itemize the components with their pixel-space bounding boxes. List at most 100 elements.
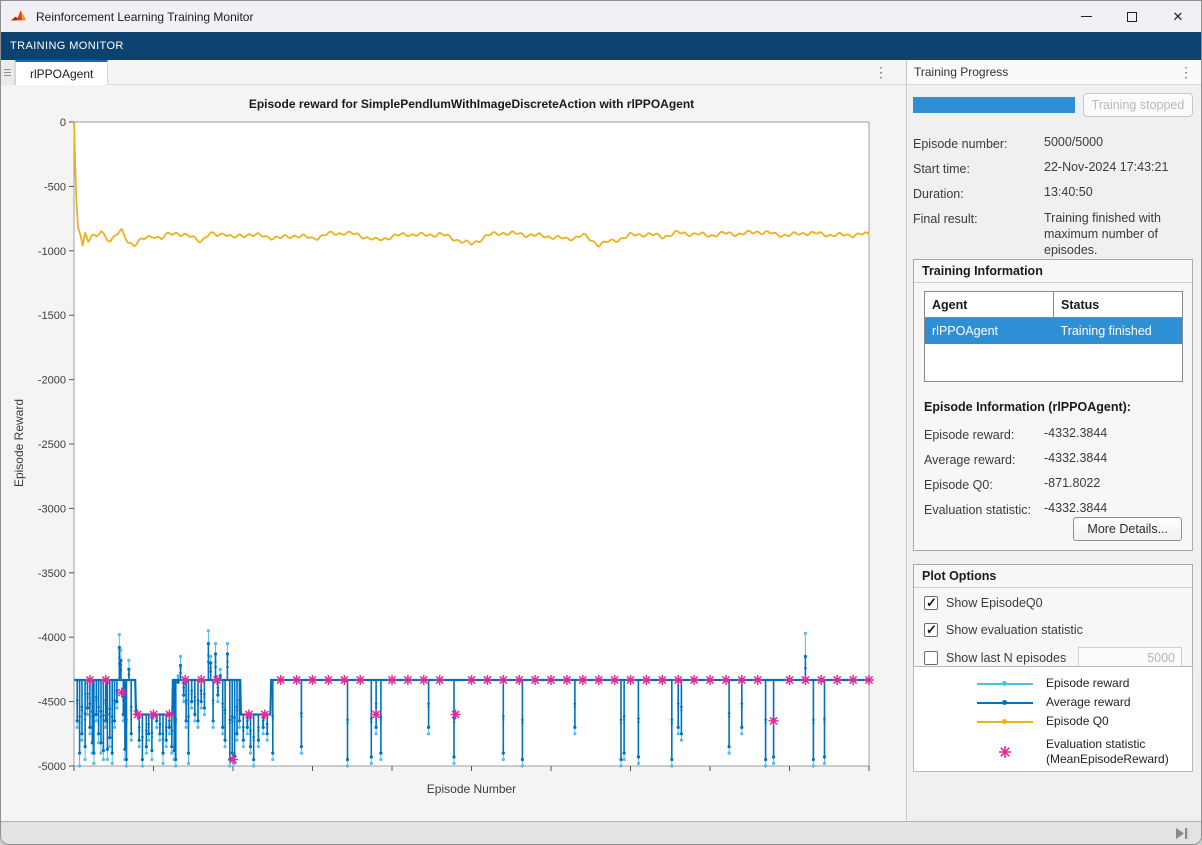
document-area: rlPPOAgent ⋮ Episode reward for SimplePe… — [1, 60, 907, 823]
svg-text:-1500: -1500 — [38, 310, 66, 322]
legend-item-label: Episode reward — [1046, 676, 1129, 691]
tab-rlppoagent[interactable]: rlPPOAgent — [15, 60, 108, 85]
maximize-icon — [1127, 12, 1137, 22]
status-cell: Training finished — [1054, 318, 1183, 344]
final-result-label: Final result: — [913, 212, 978, 226]
episode-number-value: 5000/5000 — [1044, 135, 1196, 149]
svg-text:-2500: -2500 — [38, 439, 66, 451]
svg-text:-3500: -3500 — [38, 568, 66, 580]
agent-column-header: Agent — [925, 292, 1054, 318]
episode-information-title: Episode Information (rlPPOAgent): — [924, 400, 1131, 414]
show-last-n-episodes-label: Show last N episodes — [946, 651, 1066, 665]
training-information-group: Training Information Agent Status rlPPOA… — [913, 259, 1193, 551]
show-last-n-episodes-checkbox[interactable] — [924, 651, 938, 665]
training-progress-bar — [913, 97, 1075, 113]
episode-reward-value: -4332.3844 — [1044, 426, 1107, 440]
duration-row: Duration: 13:40:50 — [913, 185, 1195, 203]
show-evaluation-statistic-option[interactable]: Show evaluation statistic — [924, 623, 1083, 637]
plot-options-group: Plot Options Show EpisodeQ0 Show evaluat… — [913, 564, 1193, 682]
start-time-value: 22-Nov-2024 17:43:21 — [1044, 160, 1196, 174]
reward-chart-svg: 0500100015002000250030003500400045005000… — [1, 85, 906, 775]
close-icon: ✕ — [1173, 10, 1184, 23]
legend-item-label: Evaluation statistic (MeanEpisodeReward) — [1046, 737, 1169, 767]
show-episodeq0-label: Show EpisodeQ0 — [946, 596, 1043, 610]
duration-value: 13:40:50 — [1044, 185, 1196, 199]
tab-label: rlPPOAgent — [30, 67, 93, 81]
show-episodeq0-checkbox[interactable] — [924, 596, 938, 610]
progress-fill — [913, 97, 1075, 113]
episode-reward-row: Episode reward: -4332.3844 — [924, 426, 1184, 444]
svg-text:-500: -500 — [44, 181, 66, 193]
svg-text:-4000: -4000 — [38, 632, 66, 644]
agent-cell: rlPPOAgent — [925, 318, 1054, 344]
maximize-button[interactable] — [1109, 1, 1155, 32]
expand-panel-icon[interactable] — [1174, 827, 1189, 845]
training-information-title: Training Information — [914, 260, 1192, 283]
status-column-header: Status — [1054, 292, 1183, 318]
average-reward-value: -4332.3844 — [1044, 451, 1107, 465]
legend-item: Episode reward — [914, 674, 1192, 693]
status-bar — [1, 821, 1201, 844]
svg-text:-1000: -1000 — [38, 246, 66, 258]
svg-text:-5000: -5000 — [38, 761, 66, 773]
minimize-icon — [1081, 16, 1092, 17]
svg-text:-2000: -2000 — [38, 375, 66, 387]
legend-line-icon — [976, 683, 1034, 685]
panel-options-kebab-icon[interactable]: ⋮ — [1179, 65, 1193, 79]
show-evaluation-statistic-label: Show evaluation statistic — [946, 623, 1083, 637]
start-time-label: Start time: — [913, 162, 970, 176]
agent-table-row[interactable]: rlPPOAgentTraining finished — [925, 318, 1183, 344]
legend-line-icon — [976, 702, 1034, 704]
duration-label: Duration: — [913, 187, 964, 201]
tab-grip-icon[interactable] — [1, 60, 15, 85]
final-result-row: Final result: Training finished with max… — [913, 210, 1195, 228]
panel-title: Training Progress — [908, 65, 1008, 79]
average-reward-row: Average reward: -4332.3844 — [924, 451, 1184, 469]
window-title: Reinforcement Learning Training Monitor — [36, 10, 253, 24]
show-last-n-episodes-option[interactable]: Show last N episodes — [924, 651, 1066, 665]
training-stopped-button[interactable]: Training stopped — [1083, 93, 1193, 117]
chart-x-axis-label: Episode Number — [74, 782, 869, 796]
legend-item-label: Average reward — [1046, 695, 1131, 710]
episode-q0-label: Episode Q0: — [924, 478, 993, 492]
episode-q0-value: -871.8022 — [1044, 476, 1100, 490]
legend-item-label: Episode Q0 — [1046, 714, 1109, 729]
document-tab-strip: rlPPOAgent ⋮ — [1, 60, 906, 85]
title-bar: Reinforcement Learning Training Monitor … — [1, 1, 1201, 32]
legend-asterisk-icon — [976, 744, 1034, 760]
show-episodeq0-option[interactable]: Show EpisodeQ0 — [924, 596, 1043, 610]
evaluation-statistic-value: -4332.3844 — [1044, 501, 1107, 515]
final-result-value: Training finished with maximum number of… — [1044, 210, 1196, 258]
chart-y-axis-label: Episode Reward — [12, 388, 26, 498]
app-window: Reinforcement Learning Training Monitor … — [0, 0, 1202, 845]
training-progress-panel: Training Progress ⋮ Training stopped Epi… — [908, 60, 1202, 823]
chart-title: Episode reward for SimplePendlumWithImag… — [74, 97, 869, 111]
show-evaluation-statistic-checkbox[interactable] — [924, 623, 938, 637]
close-button[interactable]: ✕ — [1155, 1, 1201, 32]
svg-text:0: 0 — [60, 117, 66, 129]
start-time-row: Start time: 22-Nov-2024 17:43:21 — [913, 160, 1195, 178]
episode-number-label: Episode number: — [913, 137, 1008, 151]
toolstrip-tab-training-monitor[interactable]: TRAINING MONITOR — [1, 40, 124, 52]
legend-item: Average reward — [914, 693, 1192, 712]
episode-q0-row: Episode Q0: -871.8022 — [924, 476, 1184, 494]
training-figure: Episode reward for SimplePendlumWithImag… — [1, 85, 906, 823]
evaluation-statistic-label: Evaluation statistic: — [924, 503, 1031, 517]
chart-legend: Episode reward Average reward Episode Q0 Ev… — [913, 666, 1193, 772]
toolstrip: TRAINING MONITOR — [1, 32, 1201, 60]
legend-item: Episode Q0 — [914, 712, 1192, 731]
document-options-kebab-icon[interactable]: ⋮ — [874, 65, 888, 79]
svg-text:-4500: -4500 — [38, 697, 66, 709]
episode-number-row: Episode number: 5000/5000 — [913, 135, 1195, 153]
episode-reward-label: Episode reward: — [924, 428, 1014, 442]
minimize-button[interactable] — [1063, 1, 1109, 32]
panel-header: Training Progress ⋮ — [908, 60, 1202, 85]
agent-status-table: Agent Status rlPPOAgentTraining finished — [924, 291, 1183, 382]
average-reward-label: Average reward: — [924, 453, 1016, 467]
legend-line-icon — [976, 721, 1034, 723]
svg-text:-3000: -3000 — [38, 503, 66, 515]
plot-options-title: Plot Options — [914, 565, 1192, 588]
matlab-logo-icon — [11, 9, 28, 24]
legend-item: Evaluation statistic (MeanEpisodeReward) — [914, 731, 1192, 773]
more-details-button[interactable]: More Details... — [1073, 517, 1182, 541]
